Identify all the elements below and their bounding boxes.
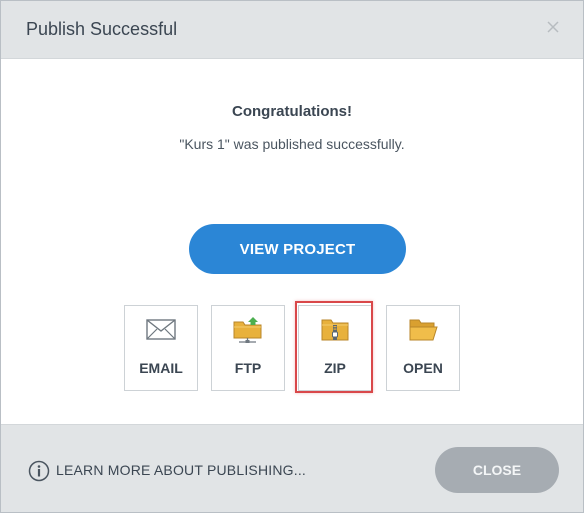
zip-button[interactable]: ZIP (298, 305, 372, 391)
congratulations-heading: Congratulations! (232, 103, 352, 120)
envelope-icon (146, 319, 176, 340)
dialog-footer: LEARN MORE ABOUT PUBLISHING... CLOSE (1, 424, 583, 512)
open-label: OPEN (403, 360, 443, 376)
folder-upload-icon (233, 317, 262, 343)
publish-dialog: Publish Successful Congratulations! "Kur… (0, 0, 584, 513)
dialog-titlebar: Publish Successful (1, 1, 583, 59)
learn-more-link[interactable]: LEARN MORE ABOUT PUBLISHING... (56, 462, 306, 478)
email-label: EMAIL (139, 360, 183, 376)
folder-open-icon (409, 319, 438, 341)
open-button[interactable]: OPEN (386, 305, 460, 391)
zip-label: ZIP (324, 360, 346, 376)
ftp-button[interactable]: FTP (211, 305, 285, 391)
close-button[interactable]: CLOSE (435, 447, 559, 493)
view-project-button[interactable]: VIEW PROJECT (189, 224, 406, 274)
publish-message: "Kurs 1" was published successfully. (179, 136, 405, 152)
ftp-label: FTP (234, 360, 262, 376)
close-icon[interactable] (545, 19, 561, 35)
info-icon (28, 460, 50, 482)
dialog-title: Publish Successful (26, 19, 178, 39)
email-button[interactable]: EMAIL (124, 305, 198, 391)
zip-folder-icon (321, 319, 349, 341)
